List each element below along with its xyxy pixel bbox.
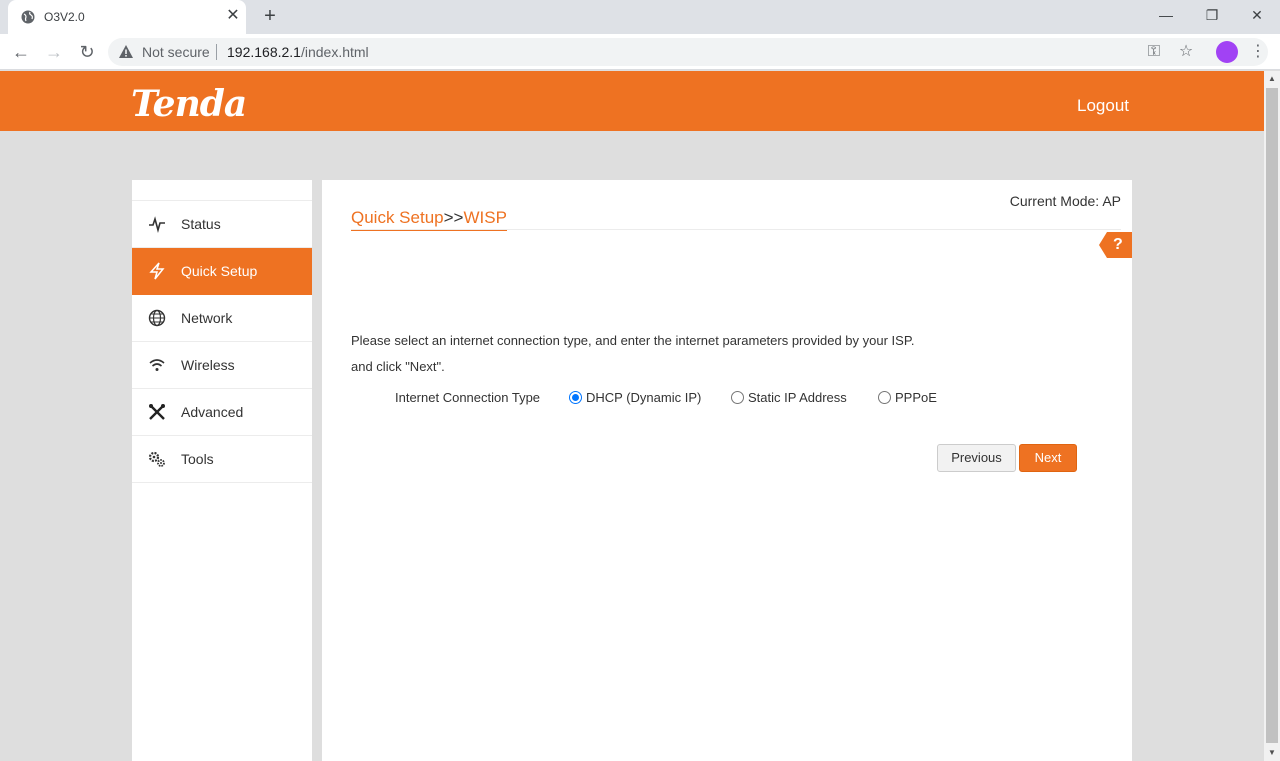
- header: Tenda Logout: [0, 71, 1264, 131]
- radio-pppoe-dot[interactable]: [878, 391, 891, 404]
- gears-icon: [148, 451, 165, 467]
- url-path: /index.html: [300, 44, 369, 60]
- sidebar-item-label: Advanced: [181, 404, 244, 420]
- main-content: Current Mode: AP Quick Setup>>WISP ? Ple…: [322, 180, 1132, 761]
- url-text[interactable]: 192.168.2.1/index.html: [227, 44, 369, 60]
- globe-icon: [21, 10, 35, 24]
- radio-static-ip-dot[interactable]: [731, 391, 744, 404]
- radio-dhcp[interactable]: DHCP (Dynamic IP): [569, 390, 709, 406]
- warning-icon[interactable]: [118, 44, 134, 60]
- bookmark-star-icon[interactable]: ☆: [1176, 42, 1196, 62]
- scroll-up-arrow-icon[interactable]: ▲: [1264, 71, 1280, 87]
- url-host: 192.168.2.1: [227, 44, 301, 60]
- description-line-2: and click "Next".: [351, 359, 445, 374]
- description-line-1: Please select an internet connection typ…: [351, 333, 915, 348]
- previous-button[interactable]: Previous: [937, 444, 1016, 472]
- sidebar-item-network[interactable]: Network: [132, 295, 312, 342]
- sidebar-item-label: Status: [181, 216, 221, 232]
- radio-pppoe[interactable]: PPPoE: [878, 390, 938, 406]
- profile-avatar-icon[interactable]: [1216, 41, 1238, 63]
- sidebar-item-label: Network: [181, 310, 233, 326]
- tab-close-icon[interactable]: ✕: [224, 7, 242, 25]
- more-menu-icon[interactable]: ⋮: [1250, 41, 1266, 63]
- not-secure-label[interactable]: Not secure: [142, 44, 210, 60]
- sidebar-item-status[interactable]: Status: [132, 201, 312, 248]
- breadcrumb-quick-setup: Quick Setup: [351, 208, 444, 227]
- browser-tab[interactable]: O3V2.0 ✕: [8, 0, 246, 34]
- page-scrollbar[interactable]: ▲ ▼: [1264, 71, 1280, 761]
- sidebar-item-quick-setup[interactable]: Quick Setup: [132, 248, 312, 295]
- breadcrumb: Quick Setup>>WISP: [351, 208, 507, 231]
- current-mode-label: Current Mode: AP: [1009, 193, 1121, 209]
- sidebar: Status Quick Setup Network Wireless Adva…: [132, 180, 312, 761]
- breadcrumb-divider: [351, 229, 1121, 230]
- sidebar-item-tools[interactable]: Tools: [132, 436, 312, 483]
- sidebar-item-label: Wireless: [181, 357, 235, 373]
- globe-icon: [148, 309, 166, 327]
- browser-toolbar: ← → ↻ Not secure 192.168.2.1/index.html …: [0, 34, 1280, 70]
- minimize-button[interactable]: —: [1143, 0, 1189, 30]
- back-arrow-icon[interactable]: ←: [9, 41, 33, 63]
- sidebar-item-advanced[interactable]: Advanced: [132, 389, 312, 436]
- connection-type-label: Internet Connection Type: [395, 390, 541, 405]
- logout-link[interactable]: Logout: [1077, 96, 1129, 116]
- restore-button[interactable]: ❐: [1189, 0, 1235, 30]
- browser-tab-bar: O3V2.0 ✕ + — ❐ ✕: [0, 0, 1280, 34]
- breadcrumb-separator: >>: [443, 208, 464, 227]
- next-button[interactable]: Next: [1019, 444, 1077, 472]
- forward-arrow-icon[interactable]: →: [42, 41, 66, 63]
- window-close-button[interactable]: ✕: [1234, 0, 1280, 30]
- help-button[interactable]: ?: [1099, 232, 1132, 258]
- key-icon[interactable]: ⚿: [1144, 42, 1164, 62]
- scrollbar-thumb[interactable]: [1266, 88, 1278, 743]
- omnibox-divider: [216, 44, 217, 60]
- tools-cross-icon: [149, 404, 165, 420]
- breadcrumb-wisp: WISP: [463, 208, 507, 227]
- sidebar-item-label: Quick Setup: [181, 263, 258, 279]
- scroll-down-arrow-icon[interactable]: ▼: [1264, 745, 1280, 761]
- radio-dhcp-label[interactable]: DHCP (Dynamic IP): [586, 390, 701, 405]
- tab-title: O3V2.0: [44, 10, 85, 24]
- radio-dhcp-dot[interactable]: [569, 391, 582, 404]
- lightning-icon: [149, 262, 165, 280]
- sidebar-item-wireless[interactable]: Wireless: [132, 342, 312, 389]
- radio-static-ip[interactable]: Static IP Address: [731, 390, 855, 406]
- radio-static-ip-label[interactable]: Static IP Address: [748, 390, 847, 405]
- new-tab-button[interactable]: +: [259, 5, 281, 27]
- radio-pppoe-label[interactable]: PPPoE: [895, 390, 937, 405]
- tenda-logo: Tenda: [131, 83, 247, 125]
- reload-icon[interactable]: ↻: [75, 41, 99, 63]
- page: Tenda Logout Status Quick Setup Network: [0, 71, 1264, 761]
- pulse-icon: [149, 216, 165, 233]
- sidebar-item-label: Tools: [181, 451, 214, 467]
- address-bar[interactable]: Not secure 192.168.2.1/index.html ⚿ ☆: [108, 38, 1268, 66]
- wifi-icon: [149, 359, 165, 371]
